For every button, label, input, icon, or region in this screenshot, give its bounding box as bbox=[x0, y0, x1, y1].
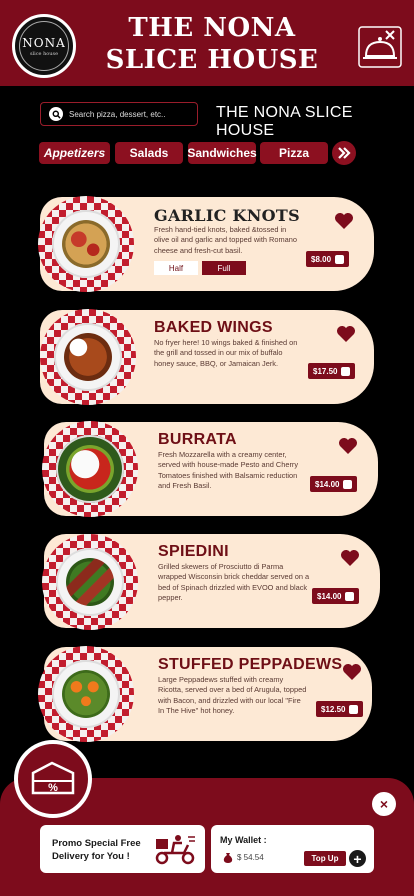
close-button[interactable]: × bbox=[372, 792, 396, 816]
bag-icon bbox=[341, 366, 351, 376]
wallet-title: My Wallet : bbox=[220, 835, 267, 845]
bag-icon bbox=[345, 591, 355, 601]
promo-badge[interactable]: % bbox=[14, 740, 92, 818]
tab-appetizers[interactable]: Appetizers bbox=[39, 142, 110, 164]
app-header: NONA slice house THE NONA SLICE HOUSE bbox=[0, 0, 414, 86]
item-image bbox=[40, 309, 136, 405]
delivery-scooter-icon bbox=[155, 835, 195, 865]
item-title: BAKED WINGS bbox=[154, 319, 273, 336]
bag-icon bbox=[335, 254, 345, 264]
search-icon[interactable] bbox=[49, 107, 63, 121]
price-value: $17.50 bbox=[313, 366, 338, 376]
item-description: Grilled skewers of Prosciutto di Parma w… bbox=[158, 562, 310, 603]
item-image bbox=[42, 421, 138, 517]
price-button[interactable]: $14.00 bbox=[312, 588, 360, 604]
promo-card[interactable]: Promo Special Free Delivery for You ! bbox=[40, 825, 205, 873]
price-button[interactable]: $17.50 bbox=[308, 363, 356, 379]
heart-icon[interactable] bbox=[338, 437, 358, 455]
size-half-button[interactable]: Half bbox=[154, 261, 198, 275]
restaurant-logo[interactable]: NONA slice house bbox=[12, 14, 76, 78]
item-description: No fryer here! 10 wings baked & finished… bbox=[154, 338, 298, 368]
close-icon: × bbox=[379, 796, 389, 812]
item-description: Large Peppadews stuffed with creamy Rico… bbox=[158, 675, 307, 716]
restaurant-name: THE NONA SLICE HOUSE bbox=[216, 104, 353, 139]
item-description: Fresh hand-tied knots, baked &tossed in … bbox=[154, 225, 297, 255]
next-categories-button[interactable] bbox=[332, 141, 356, 165]
heart-icon[interactable] bbox=[340, 549, 360, 567]
price-value: $12.50 bbox=[321, 704, 346, 714]
item-title: STUFFED PEPPADEWS bbox=[158, 656, 343, 673]
price-button[interactable]: $14.00 bbox=[310, 476, 358, 492]
heart-icon[interactable] bbox=[336, 325, 356, 343]
item-title: BURRATA bbox=[158, 431, 237, 448]
tab-pizza[interactable]: Pizza bbox=[260, 142, 328, 164]
money-bag-icon bbox=[223, 853, 233, 863]
tab-salads[interactable]: Salads bbox=[115, 142, 183, 164]
bag-icon bbox=[343, 479, 353, 489]
size-full-button[interactable]: Full bbox=[202, 261, 246, 275]
bag-icon bbox=[349, 704, 359, 714]
item-title: SPIEDINI bbox=[158, 543, 229, 560]
wallet-balance: $ 54.54 bbox=[237, 853, 264, 862]
wallet-card: My Wallet : $ 54.54 Top Up + bbox=[211, 825, 374, 873]
price-value: $14.00 bbox=[315, 479, 340, 489]
heart-icon[interactable] bbox=[342, 663, 362, 681]
item-image bbox=[38, 646, 134, 742]
search-input[interactable] bbox=[69, 109, 189, 119]
svg-text:%: % bbox=[48, 782, 58, 794]
promo-text: Promo Special Free Delivery for You ! bbox=[52, 838, 141, 862]
price-button[interactable]: $12.50 bbox=[316, 701, 364, 717]
page-title: THE NONA SLICE HOUSE bbox=[105, 13, 319, 75]
item-description: Fresh Mozzarella with a creamy center, s… bbox=[158, 450, 299, 491]
item-title: GARLIC KNOTS bbox=[154, 206, 300, 225]
item-image bbox=[38, 196, 134, 292]
price-value: $14.00 bbox=[317, 591, 342, 601]
price-value: $8.00 bbox=[311, 254, 332, 264]
price-button[interactable]: $8.00 bbox=[306, 251, 350, 267]
search-bar[interactable] bbox=[40, 102, 198, 126]
discount-ticket-icon: % bbox=[31, 761, 75, 795]
top-up-button[interactable]: Top Up bbox=[304, 851, 346, 866]
heart-icon[interactable] bbox=[334, 212, 354, 230]
cloche-icon[interactable] bbox=[358, 26, 402, 68]
plus-icon[interactable]: + bbox=[349, 850, 366, 867]
tab-sandwiches[interactable]: Sandwiches bbox=[187, 142, 257, 164]
next-arrow-icon bbox=[338, 147, 351, 159]
item-image bbox=[42, 534, 138, 630]
